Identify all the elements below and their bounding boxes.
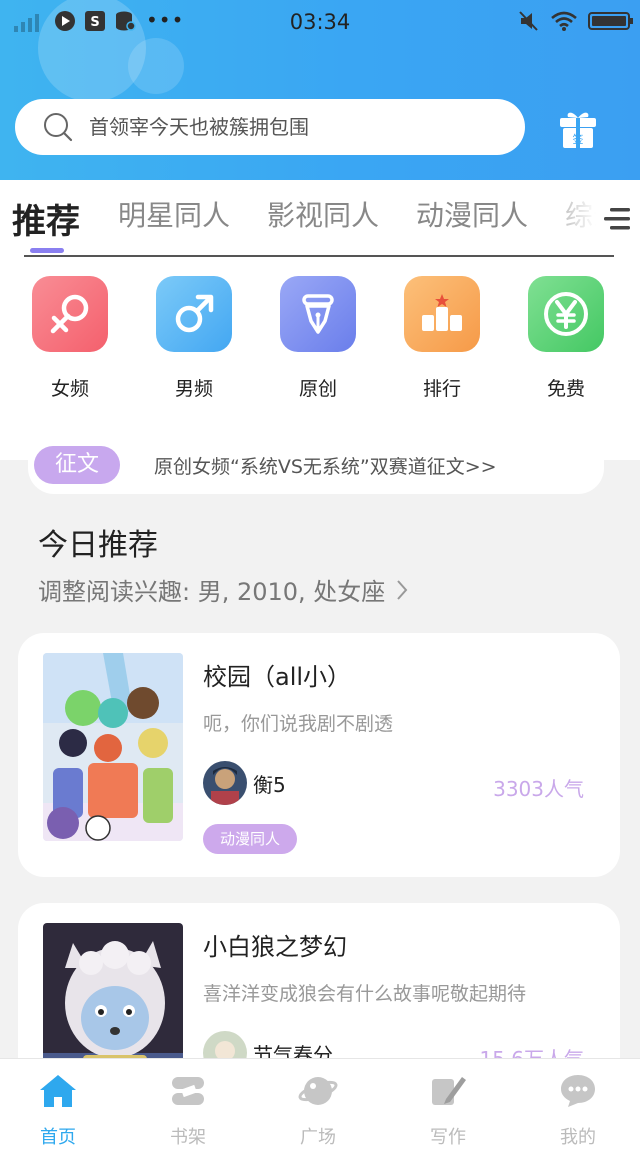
clock: 03:34 <box>289 10 351 34</box>
wifi-icon <box>551 11 577 31</box>
sign-in-gift-icon[interactable]: 签 <box>558 108 598 150</box>
pen-nib-icon <box>280 276 356 352</box>
search-bar[interactable] <box>15 99 525 155</box>
category-tabs: 推荐 明星同人 影视同人 动漫同人 综影 <box>0 180 640 258</box>
category-ranking[interactable]: 排行 <box>404 276 480 401</box>
category-label: 排行 <box>422 378 461 400</box>
book-description: 喜洋洋变成狼会有什么故事呢敬起期待 <box>203 983 527 1005</box>
search-input[interactable] <box>89 115 469 139</box>
tab-menu-icon[interactable] <box>602 204 632 234</box>
svg-text:签: 签 <box>573 132 584 146</box>
decor-bubble <box>128 38 184 94</box>
nav-label: 写作 <box>430 1127 466 1148</box>
contest-notice[interactable]: 征文 原创女频“系统VS无系统”双赛道征文>> <box>28 436 604 494</box>
category-label: 免费 <box>546 378 585 400</box>
nav-label: 首页 <box>40 1127 76 1148</box>
nav-bookshelf[interactable]: 书架 <box>148 1073 228 1149</box>
genre-tag[interactable]: 动漫同人 <box>203 824 298 854</box>
category-male[interactable]: 男频 <box>156 276 232 401</box>
nav-home[interactable]: 首页 <box>18 1073 98 1149</box>
category-female[interactable]: 女频 <box>32 276 108 401</box>
bookshelf-icon <box>172 1077 204 1105</box>
header: S ••• 03:34 首领宰今天也被簇拥包围 签 <box>0 0 640 180</box>
yen-icon <box>528 276 604 352</box>
reading-interest-link[interactable]: 调整阅读兴趣: 男, 2010, 处女座 <box>38 572 409 607</box>
popularity-count: 3303人气 <box>493 777 584 801</box>
book-title[interactable]: 小白狼之梦幻 <box>203 927 347 962</box>
book-title[interactable]: 校园（all小） <box>203 657 351 692</box>
mute-icon <box>519 11 538 31</box>
contest-notice-text[interactable]: 原创女频“系统VS无系统”双赛道征文>> <box>154 452 497 479</box>
category-label: 男频 <box>174 378 213 400</box>
battery-icon <box>588 12 633 30</box>
nav-label: 广场 <box>300 1127 336 1148</box>
female-icon <box>32 276 108 352</box>
category-label: 女频 <box>50 378 89 400</box>
nav-label: 书架 <box>170 1127 206 1148</box>
author-name: 衡5 <box>253 772 286 797</box>
chevron-right-icon <box>397 579 408 600</box>
tab-anime-fanfic[interactable]: 动漫同人 <box>416 194 528 243</box>
tab-recommend[interactable]: 推荐 <box>12 194 80 243</box>
bottom-navigation: 首页 书架 广场 写作 我的 <box>0 1058 640 1154</box>
avatar <box>203 761 247 805</box>
book-author[interactable]: 衡5 <box>203 761 286 805</box>
reading-interest-text: 调整阅读兴趣: 男, 2010, 处女座 <box>38 578 386 606</box>
nav-me[interactable]: 我的 <box>538 1073 618 1149</box>
nav-write[interactable]: 写作 <box>408 1073 488 1149</box>
tab-film-fanfic[interactable]: 影视同人 <box>267 194 379 243</box>
category-label: 原创 <box>298 378 337 400</box>
book-cover-image[interactable] <box>43 653 183 841</box>
contest-badge: 征文 <box>34 446 120 484</box>
chat-bubble-icon <box>561 1075 595 1107</box>
book-description: 呃，你们说我剧不剧透 <box>203 713 394 735</box>
active-tab-indicator <box>30 248 64 253</box>
book-card[interactable]: 校园（all小） 呃，你们说我剧不剧透 衡5 3303人气 动漫同人 <box>18 633 620 877</box>
tab-celebrity-fanfic[interactable]: 明星同人 <box>118 194 230 243</box>
tab-divider <box>24 255 614 257</box>
planet-icon <box>298 1077 338 1105</box>
pencil-icon <box>432 1077 466 1105</box>
nav-label: 我的 <box>560 1127 596 1148</box>
nav-plaza[interactable]: 广场 <box>278 1073 358 1149</box>
status-bar: S ••• 03:34 <box>0 0 640 46</box>
home-icon <box>40 1075 76 1107</box>
category-grid: 女频 男频 原创 排行 免费 <box>0 258 640 460</box>
podium-icon <box>404 276 480 352</box>
category-original[interactable]: 原创 <box>280 276 356 401</box>
male-icon <box>156 276 232 352</box>
search-icon <box>44 113 73 142</box>
category-free[interactable]: 免费 <box>528 276 604 401</box>
section-title: 今日推荐 <box>38 528 158 563</box>
